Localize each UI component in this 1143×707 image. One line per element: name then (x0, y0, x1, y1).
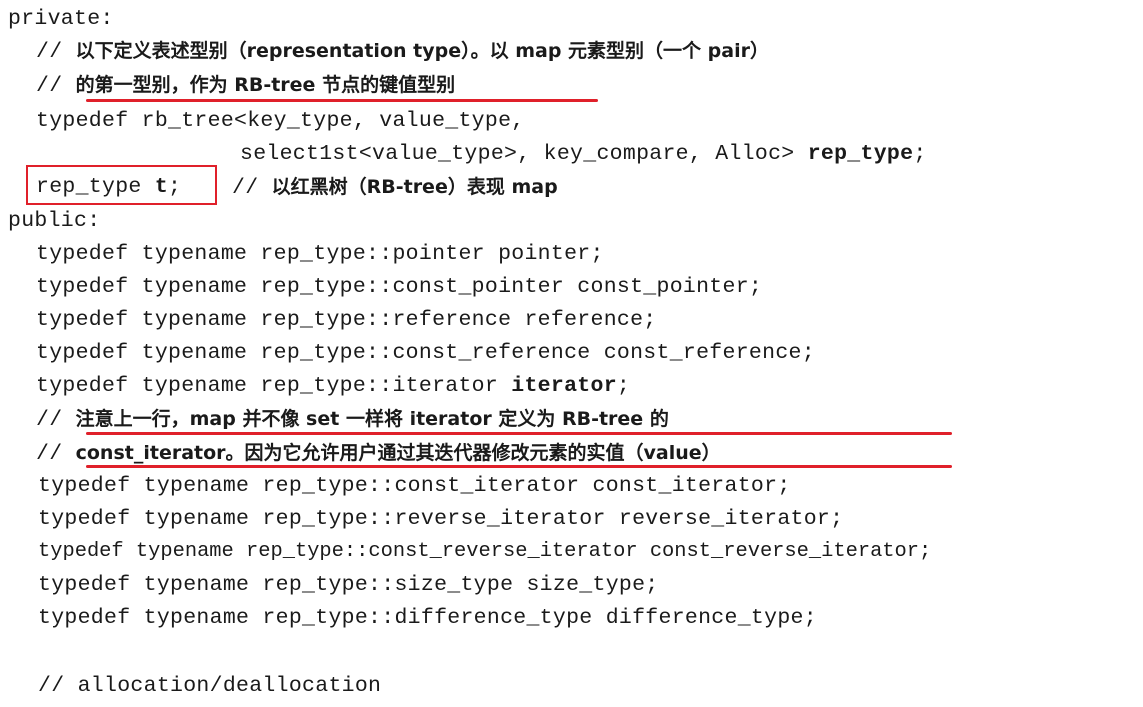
typedef-rb-tree-line: typedef rb_tree<key_type, value_type, (36, 109, 525, 133)
private-keyword: private: (8, 7, 114, 31)
typedef-const-reverse-iterator: typedef typename rep_type::const_reverse… (38, 540, 932, 563)
red-underline-1 (86, 99, 598, 102)
code-listing: private: // 以下定义表述型别（representation type… (0, 0, 1143, 707)
rep-type-t-declaration: rep_type t; (36, 175, 182, 199)
typedef-difference-type: typedef typename rep_type::difference_ty… (38, 606, 817, 630)
comment-line-2: // 的第一型别，作为 RB-tree 节点的键值型别 (36, 74, 456, 98)
public-keyword: public: (8, 209, 101, 233)
typedef-const-iterator: typedef typename rep_type::const_iterato… (38, 474, 791, 498)
comment-allocation: // allocation/deallocation (38, 674, 382, 698)
comment-line-4: // const_iterator。因为它允许用户通过其迭代器修改元素的实值（v… (36, 442, 721, 466)
typedef-size-type: typedef typename rep_type::size_type siz… (38, 573, 659, 597)
typedef-const-reference: typedef typename rep_type::const_referen… (36, 341, 815, 365)
comment-line-1: // 以下定义表述型别（representation type）。以 map 元… (36, 40, 769, 64)
typedef-const-pointer: typedef typename rep_type::const_pointer… (36, 275, 763, 299)
typedef-reverse-iterator: typedef typename rep_type::reverse_itera… (38, 507, 844, 531)
typedef-reference: typedef typename rep_type::reference ref… (36, 308, 657, 332)
red-underline-3 (86, 465, 952, 468)
rep-type-comment: // 以红黑树（RB-tree）表现 map (232, 176, 558, 200)
red-underline-2 (86, 432, 952, 435)
typedef-iterator: typedef typename rep_type::iterator iter… (36, 374, 631, 398)
typedef-pointer: typedef typename rep_type::pointer point… (36, 242, 604, 266)
comment-line-3: // 注意上一行，map 并不像 set 一样将 iterator 定义为 RB… (36, 408, 669, 432)
select1st-line: select1st<value_type>, key_compare, Allo… (240, 142, 927, 166)
